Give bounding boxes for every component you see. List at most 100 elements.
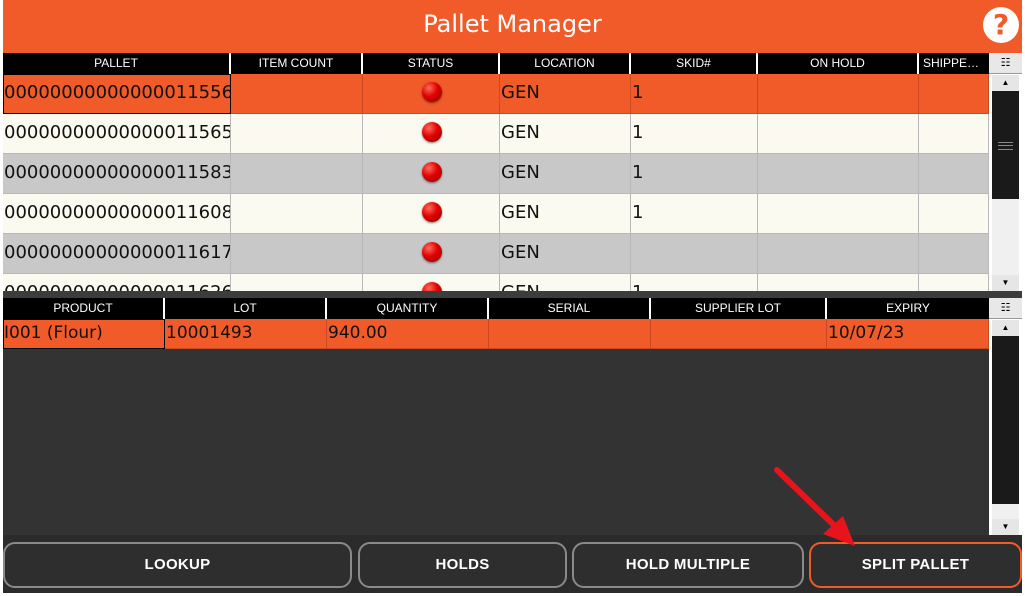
pallet-id-cell[interactable]: 00000000000000011617	[3, 234, 231, 274]
table-row[interactable]: 00000000000000011608 GEN 1	[3, 194, 989, 234]
table-row[interactable]: I001 (Flour) 10001493 940.00 10/07/23	[3, 319, 989, 349]
item-count-cell[interactable]	[231, 74, 363, 114]
location-cell[interactable]: GEN	[500, 274, 631, 291]
status-red-icon	[421, 81, 442, 102]
pallet-id-cell[interactable]: 00000000000000011583	[3, 154, 231, 194]
location-cell[interactable]: GEN	[500, 74, 631, 114]
hold-multiple-button[interactable]: HOLD MULTIPLE	[572, 542, 804, 588]
location-cell[interactable]: GEN	[500, 114, 631, 154]
status-cell[interactable]	[363, 114, 500, 154]
pallet-id-cell[interactable]: 00000000000000011556	[3, 74, 231, 114]
holds-button[interactable]: HOLDS	[358, 542, 567, 588]
shipped-cell[interactable]	[919, 234, 989, 274]
status-red-icon	[421, 121, 442, 142]
column-header-supplier-lot[interactable]: SUPPLIER LOT	[651, 298, 827, 319]
action-bar: LOOKUP HOLDS HOLD MULTIPLE SPLIT PALLET	[3, 535, 1022, 593]
column-header-lot[interactable]: LOT	[165, 298, 327, 319]
pallet-table: PALLET ITEM COUNT STATUS LOCATION SKID# …	[3, 53, 989, 291]
column-header-quantity[interactable]: QUANTITY	[327, 298, 489, 319]
status-red-icon	[421, 201, 442, 222]
status-red-icon	[421, 241, 442, 262]
column-header-product[interactable]: PRODUCT	[3, 298, 165, 319]
table-row[interactable]: 00000000000000011626 GEN1	[3, 274, 989, 291]
expiry-cell[interactable]: 10/07/23	[827, 319, 989, 349]
shipped-cell[interactable]	[919, 74, 989, 114]
shipped-cell[interactable]	[919, 194, 989, 234]
scroll-thumb[interactable]	[992, 91, 1019, 199]
on-hold-cell[interactable]	[758, 234, 919, 274]
product-table-header: PRODUCT LOT QUANTITY SERIAL SUPPLIER LOT…	[3, 298, 989, 319]
table-row[interactable]: 00000000000000011556 GEN 1	[3, 74, 989, 114]
table-row[interactable]: 00000000000000011565 GEN 1	[3, 114, 989, 154]
pallet-manager-window: Pallet Manager ? PALLET ITEM COUNT STATU…	[3, 0, 1022, 593]
status-red-icon	[421, 161, 442, 182]
status-cell[interactable]	[363, 274, 500, 291]
title-bar: Pallet Manager ?	[3, 0, 1022, 53]
shipped-cell[interactable]	[919, 154, 989, 194]
on-hold-cell[interactable]	[758, 154, 919, 194]
item-count-cell[interactable]	[231, 194, 363, 234]
column-chooser-icon[interactable]: ☷	[989, 298, 1022, 319]
skid-cell[interactable]: 1	[631, 114, 758, 154]
product-table: PRODUCT LOT QUANTITY SERIAL SUPPLIER LOT…	[3, 298, 989, 535]
splitter[interactable]	[3, 291, 1022, 298]
product-cell[interactable]: I001 (Flour)	[3, 319, 165, 349]
column-header-expiry[interactable]: EXPIRY	[827, 298, 989, 319]
skid-cell[interactable]: 1	[631, 74, 758, 114]
item-count-cell[interactable]	[231, 114, 363, 154]
help-icon[interactable]: ?	[983, 7, 1019, 43]
column-header-pallet[interactable]: PALLET	[3, 53, 231, 74]
column-header-skid[interactable]: SKID#	[631, 53, 758, 74]
scroll-down-icon[interactable]: ▼	[992, 275, 1019, 291]
column-header-status[interactable]: STATUS	[363, 53, 500, 74]
pallet-id-cell[interactable]: 00000000000000011608	[3, 194, 231, 234]
status-red-icon	[421, 281, 442, 291]
column-header-on-hold[interactable]: ON HOLD	[758, 53, 919, 74]
product-table-body: I001 (Flour) 10001493 940.00 10/07/23	[3, 319, 989, 349]
product-table-scrollbar[interactable]: ☷ ▲ ▼	[989, 298, 1022, 535]
pallet-id-cell[interactable]: 00000000000000011565	[3, 114, 231, 154]
serial-cell[interactable]	[489, 319, 651, 349]
on-hold-cell[interactable]	[758, 194, 919, 234]
supplier-lot-cell[interactable]	[651, 319, 827, 349]
status-cell[interactable]	[363, 154, 500, 194]
skid-cell[interactable]	[631, 234, 758, 274]
location-cell[interactable]: GEN	[500, 154, 631, 194]
lookup-button[interactable]: LOOKUP	[3, 542, 352, 588]
lot-cell[interactable]: 10001493	[165, 319, 327, 349]
status-cell[interactable]	[363, 234, 500, 274]
pallet-table-body: 00000000000000011556 GEN 1 0000000000000001…	[3, 74, 989, 291]
skid-cell[interactable]: 1	[631, 194, 758, 234]
column-header-item-count[interactable]: ITEM COUNT	[231, 53, 363, 74]
status-cell[interactable]	[363, 194, 500, 234]
on-hold-cell[interactable]	[758, 114, 919, 154]
column-header-serial[interactable]: SERIAL	[489, 298, 651, 319]
shipped-cell[interactable]	[919, 274, 989, 291]
pallet-id-cell[interactable]: 00000000000000011626	[3, 274, 231, 291]
item-count-cell[interactable]	[231, 274, 363, 291]
item-count-cell[interactable]	[231, 234, 363, 274]
scroll-up-icon[interactable]: ▲	[992, 320, 1019, 336]
quantity-cell[interactable]: 940.00	[327, 319, 489, 349]
table-row[interactable]: 00000000000000011617 GEN	[3, 234, 989, 274]
column-header-location[interactable]: LOCATION	[500, 53, 631, 74]
skid-cell[interactable]: 1	[631, 154, 758, 194]
location-cell[interactable]: GEN	[500, 194, 631, 234]
pallet-table-scrollbar[interactable]: ☷ ▲ ▼	[989, 53, 1022, 291]
on-hold-cell[interactable]	[758, 74, 919, 114]
location-cell[interactable]: GEN	[500, 234, 631, 274]
split-pallet-button[interactable]: SPLIT PALLET	[809, 542, 1022, 588]
shipped-cell[interactable]	[919, 114, 989, 154]
scroll-down-icon[interactable]: ▼	[992, 519, 1019, 535]
table-row[interactable]: 00000000000000011583 GEN 1	[3, 154, 989, 194]
on-hold-cell[interactable]	[758, 274, 919, 291]
scroll-thumb[interactable]	[992, 336, 1019, 504]
skid-cell[interactable]: 1	[631, 274, 758, 291]
column-header-shipped[interactable]: SHIPPED ...	[919, 53, 989, 74]
page-title: Pallet Manager	[423, 10, 602, 38]
status-cell[interactable]	[363, 74, 500, 114]
item-count-cell[interactable]	[231, 154, 363, 194]
column-chooser-icon[interactable]: ☷	[989, 53, 1022, 74]
pallet-table-header: PALLET ITEM COUNT STATUS LOCATION SKID# …	[3, 53, 989, 74]
scroll-up-icon[interactable]: ▲	[992, 75, 1019, 91]
